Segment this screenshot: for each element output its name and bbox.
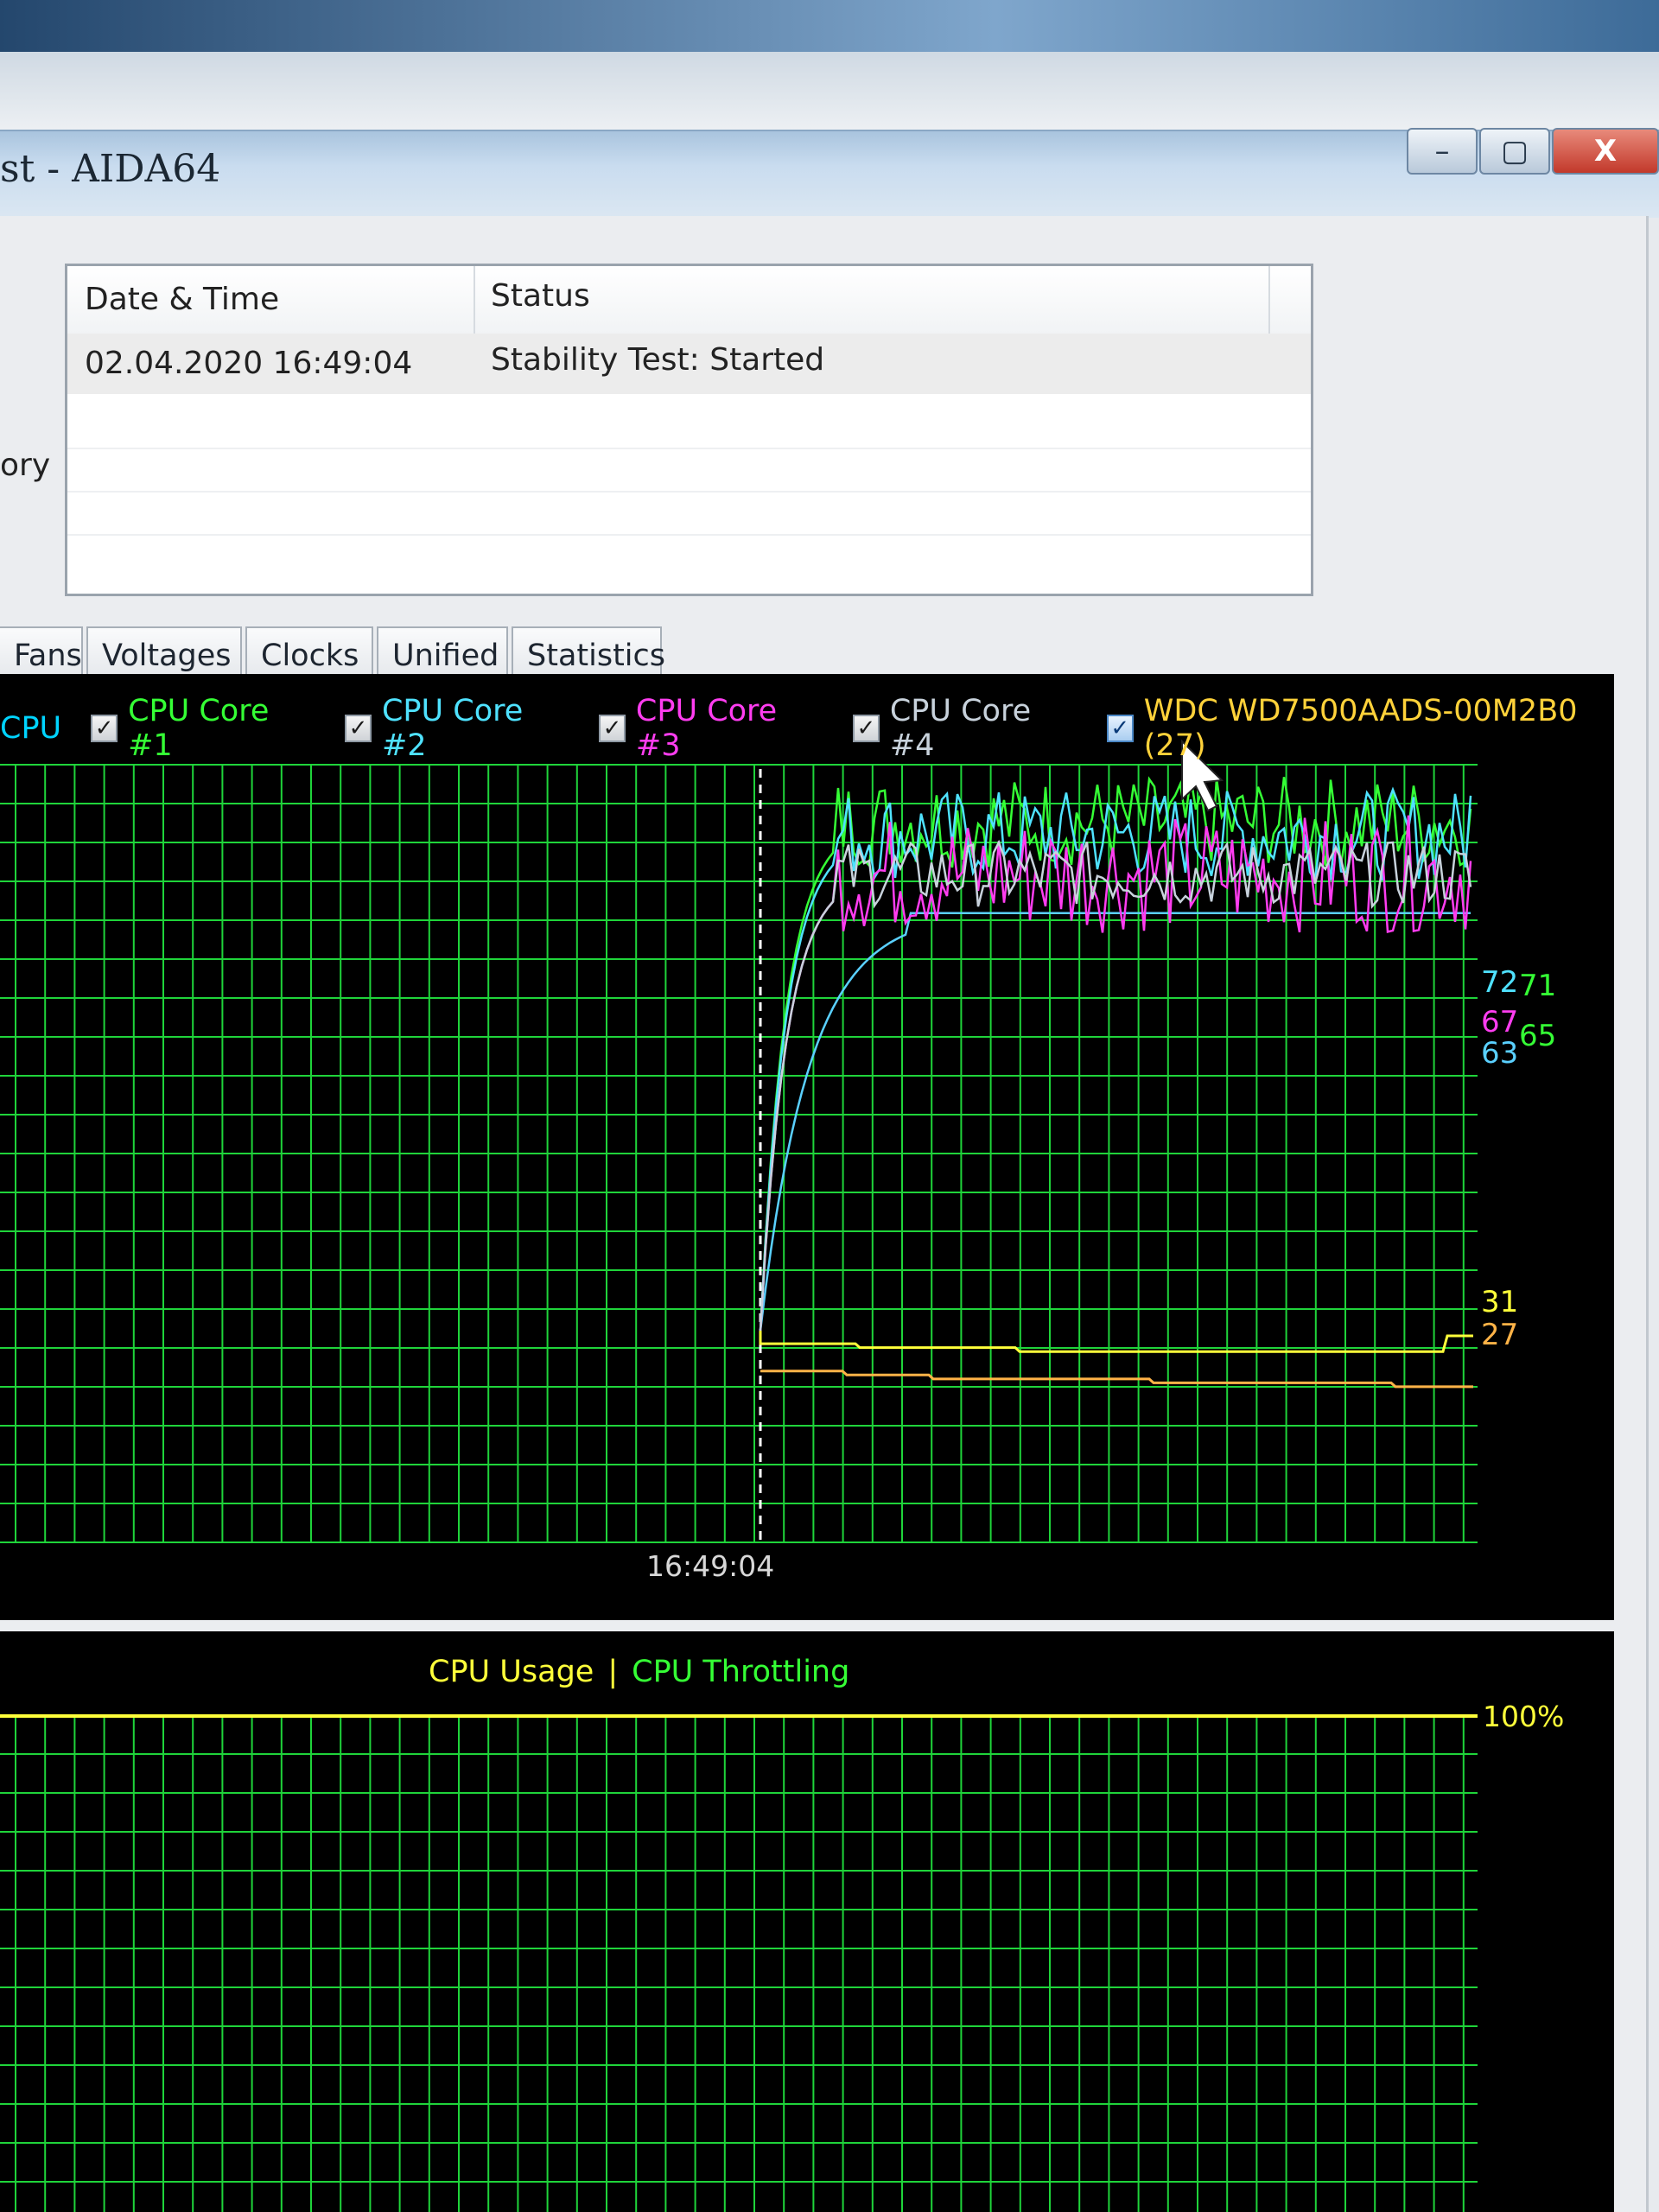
legend-label-core-1: CPU Core #1 [128, 694, 270, 763]
legend-label-core-4: CPU Core #4 [889, 694, 1032, 763]
end-value-label: 67 [1481, 1005, 1518, 1039]
legend-separator: | [607, 1655, 619, 1689]
end-value-label: 72 [1481, 965, 1518, 1000]
series-line [759, 776, 1472, 1332]
legend-cpu-core-1[interactable]: ✓ CPU Core #1 [91, 694, 315, 763]
end-value-label: 71 [1519, 969, 1556, 1003]
checkbox-icon[interactable]: ✓ [345, 715, 372, 742]
series-line [759, 912, 1471, 1332]
legend-label-core-2: CPU Core #2 [381, 694, 524, 763]
legend-cpu-usage[interactable]: CPU Usage [429, 1655, 594, 1689]
legend-cpu[interactable]: CPU [0, 711, 61, 746]
end-value-label: 65 [1519, 1019, 1556, 1053]
time-marker-label: 16:49:04 [646, 1549, 775, 1583]
checkbox-icon[interactable]: ✓ [599, 715, 626, 742]
usage-legend: CPU Usage | CPU Throttling [429, 1655, 849, 1689]
legend-cpu-core-2[interactable]: ✓ CPU Core #2 [345, 694, 569, 763]
end-value-label: 63 [1481, 1036, 1518, 1071]
checkbox-icon[interactable]: ✓ [91, 715, 118, 742]
checkbox-icon[interactable]: ✓ [1106, 715, 1134, 742]
legend-label-cpu: CPU [0, 711, 62, 746]
end-value-label: 31 [1481, 1285, 1518, 1319]
legend-cpu-throttling[interactable]: CPU Throttling [632, 1655, 849, 1689]
temperature-chart: 72 7167 6563 3127 100% [0, 739, 1564, 2212]
series-line [760, 1370, 1473, 1389]
screen: st - AIDA64 – ▢ X ory Date & Time Status… [0, 0, 1659, 2212]
temperature-legend: CPU ✓ CPU Core #1 ✓ CPU Core #2 ✓ CPU Co… [0, 694, 1659, 763]
legend-label-wdc: WDC WD7500AADS-00M2B0 (27) [1143, 694, 1578, 763]
legend-label-core-3: CPU Core #3 [635, 694, 778, 763]
legend-cpu-core-3[interactable]: ✓ CPU Core #3 [599, 694, 823, 763]
legend-cpu-core-4[interactable]: ✓ CPU Core #4 [852, 694, 1077, 763]
usage-100-label: 100% [1483, 1700, 1564, 1733]
end-value-label: 27 [1481, 1318, 1518, 1352]
legend-wdc-drive[interactable]: ✓ WDC WD7500AADS-00M2B0 (27) [1106, 694, 1630, 763]
checkbox-icon[interactable]: ✓ [852, 715, 880, 742]
